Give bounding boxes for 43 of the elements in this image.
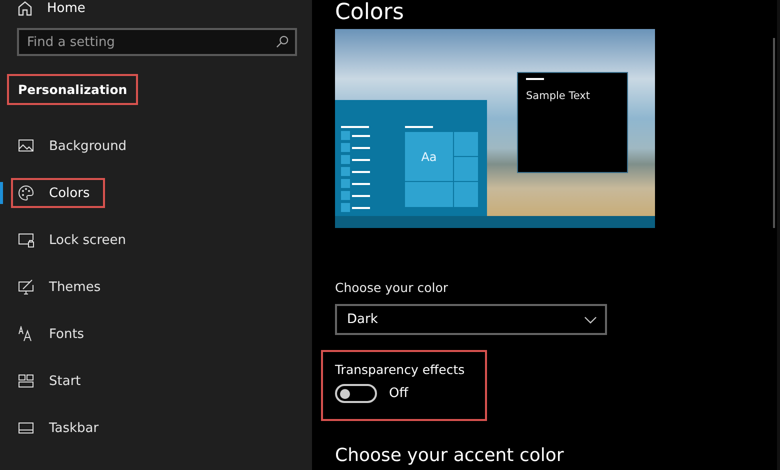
tile	[405, 182, 453, 207]
font-icon	[18, 326, 34, 342]
nav-item[interactable]: Background	[11, 131, 142, 161]
tile	[454, 132, 478, 156]
text-line	[352, 170, 370, 172]
picture-icon	[18, 138, 34, 154]
text-line	[405, 126, 433, 128]
taskbar-icon	[18, 420, 34, 436]
text-line	[352, 206, 370, 208]
screen-lock-icon	[18, 232, 34, 248]
tiles-icon	[18, 373, 34, 389]
text-line	[352, 194, 370, 196]
search-icon	[276, 35, 289, 48]
nav-item[interactable]: Colors	[11, 178, 105, 208]
text-line	[352, 182, 370, 184]
sample-text: Sample Text	[526, 90, 591, 102]
section-heading: Personalization	[7, 74, 138, 105]
nav-item[interactable]: Fonts	[11, 319, 100, 349]
home-link[interactable]: Home	[47, 0, 86, 16]
title-line	[526, 78, 544, 80]
chevron-down-icon	[584, 316, 597, 324]
toggle-switch[interactable]	[335, 384, 377, 403]
tile-sample-text: Aa	[405, 132, 453, 181]
palette-icon	[18, 185, 34, 201]
page-title: Colors	[335, 0, 405, 26]
nav-item[interactable]: Themes	[11, 272, 116, 302]
home-icon	[17, 0, 33, 16]
text-line	[352, 146, 370, 148]
tile	[454, 157, 478, 181]
text-line	[352, 158, 370, 160]
search-field[interactable]: Find a setting	[17, 28, 297, 56]
field-label: Choose your color	[335, 280, 449, 295]
toggle-state: Off	[389, 386, 408, 401]
section-heading: Choose your accent color	[335, 445, 565, 466]
nav-item[interactable]: Lock screen	[11, 225, 141, 255]
nav-item[interactable]: Taskbar	[11, 413, 114, 443]
color-mode-dropdown[interactable]: Dark	[335, 304, 607, 335]
setting-label: Transparency effects	[335, 362, 466, 377]
nav-item[interactable]: Start	[11, 366, 96, 396]
text-line	[341, 126, 369, 128]
text-line	[352, 134, 370, 136]
tile	[454, 182, 478, 207]
monitor-brush-icon	[18, 279, 34, 295]
